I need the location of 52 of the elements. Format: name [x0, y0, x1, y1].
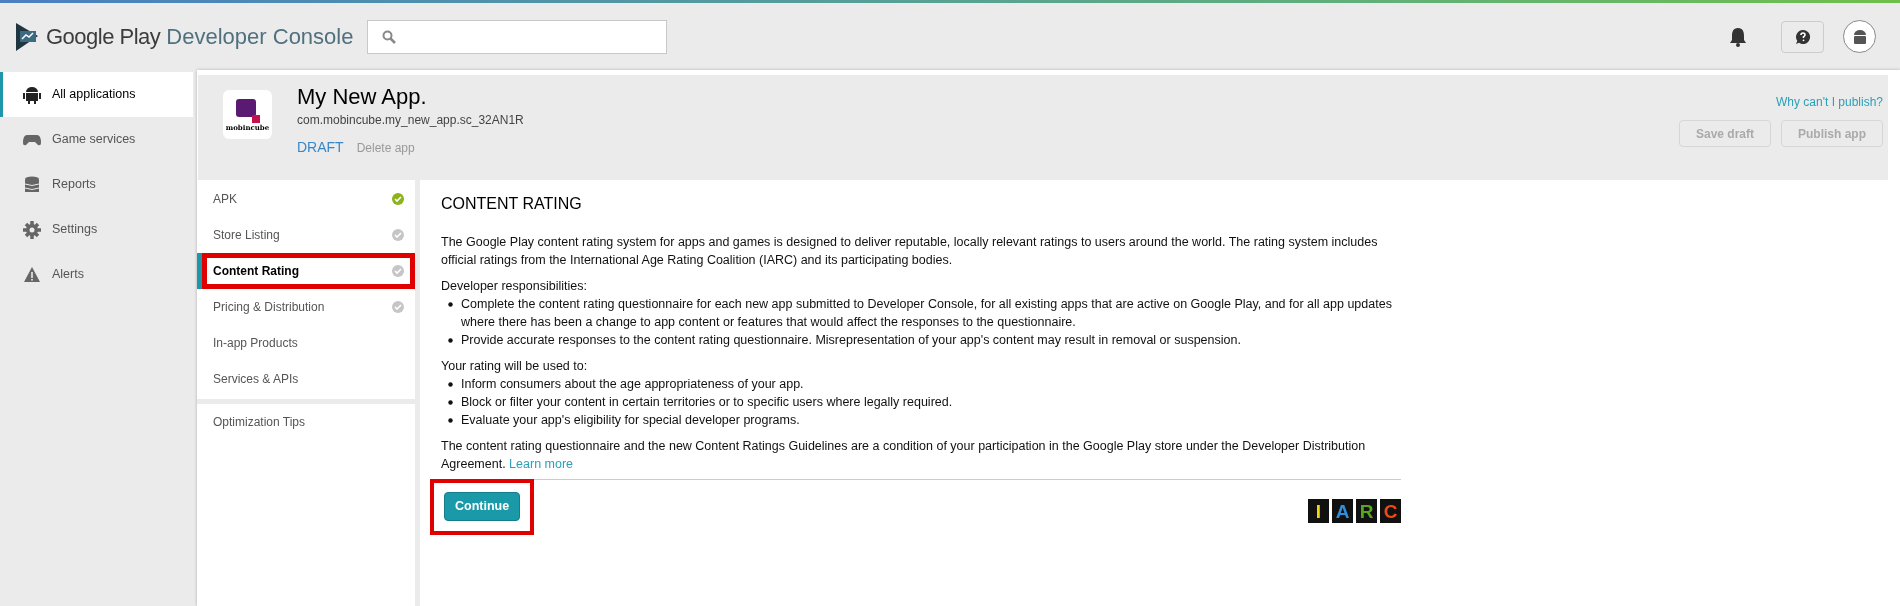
nav-item[interactable]: Alerts: [0, 252, 193, 297]
nav-item[interactable]: Reports: [0, 162, 193, 207]
step-item[interactable]: Optimization Tips: [197, 404, 415, 440]
check-icon: [392, 229, 404, 241]
intro-paragraph: The Google Play content rating system for apps and games is designed to deliver reputable, locally relevant ratings to users around the world. The rating system includes official ratings from the International Age Rating Coalition (IARC) and its participating bodies.: [441, 234, 1379, 269]
settings-icon: [23, 220, 41, 239]
check-icon: [392, 265, 404, 277]
list-item: Evaluate your app's eligibility for special developer programs.: [461, 412, 800, 429]
package-name: com.mobincube.my_new_app.sc_32AN1R: [297, 112, 524, 128]
bullet-icon: [448, 302, 453, 307]
brand-name: Google Play: [46, 23, 161, 51]
nav-item[interactable]: Settings: [0, 207, 193, 252]
search-icon: [382, 29, 397, 44]
notification-bell-icon[interactable]: [1729, 26, 1747, 47]
list-item: Complete the content rating questionnaire for each new app submitted to Developer Console, for all existing apps that are active on Google Play, and for all app updates where there has been a change to app content or features that would affect the responses to the questionnaire.: [461, 296, 1393, 331]
cube-logo-icon: [234, 98, 261, 124]
step-item[interactable]: Content Rating: [202, 253, 415, 289]
play-console-logo-icon: [14, 21, 40, 52]
list-item: Provide accurate responses to the content rating questionnaire. Misrepresentation of your app's content may result in removal or suspension.: [461, 332, 1241, 349]
app-title: My New App.: [297, 83, 428, 111]
step-item[interactable]: In-app Products: [202, 325, 415, 361]
step-item[interactable]: Store Listing: [202, 217, 415, 253]
nav-item[interactable]: Game services: [0, 117, 193, 162]
bullet-icon: [448, 400, 453, 405]
help-button[interactable]: [1781, 20, 1824, 53]
nav-item[interactable]: All applications: [0, 72, 193, 117]
step-item[interactable]: Services & APIs: [202, 361, 415, 397]
bullet-icon: [448, 418, 453, 423]
warning-icon: [23, 265, 41, 284]
continue-button[interactable]: Continue: [444, 492, 521, 521]
app-status: DRAFT: [297, 138, 344, 157]
list-item: Block or filter your content in certain territories or to specific users where legally required.: [461, 394, 953, 411]
list-item: Inform consumers about the age appropriateness of your app.: [461, 376, 804, 393]
logo-letter: R: [1356, 499, 1377, 523]
step-item[interactable]: APK: [202, 181, 415, 217]
check-icon: [392, 301, 404, 313]
check-icon: [392, 193, 404, 205]
bullet-icon: [448, 338, 453, 343]
logo-letter: A: [1332, 499, 1353, 523]
section-title: CONTENT RATING: [441, 194, 583, 214]
bullet-icon: [448, 382, 453, 387]
step-item[interactable]: Pricing & Distribution: [202, 289, 415, 325]
search-field[interactable]: [367, 19, 668, 54]
account-avatar[interactable]: [1843, 20, 1876, 53]
logo-letter: C: [1380, 499, 1401, 523]
product-name: Developer Console: [166, 23, 354, 51]
list-heading: Developer responsibilities:: [441, 278, 588, 295]
closing-paragraph: The content rating questionnaire and the new Content Ratings Guidelines are a condition of your participation in the Google Play store under the Developer Distribution Agreement. Learn more: [441, 438, 1367, 473]
help-icon: [1794, 28, 1811, 45]
database-icon: [23, 175, 41, 194]
list-heading: Your rating will be used to:: [441, 358, 589, 375]
logo-letter: I: [1308, 499, 1329, 523]
